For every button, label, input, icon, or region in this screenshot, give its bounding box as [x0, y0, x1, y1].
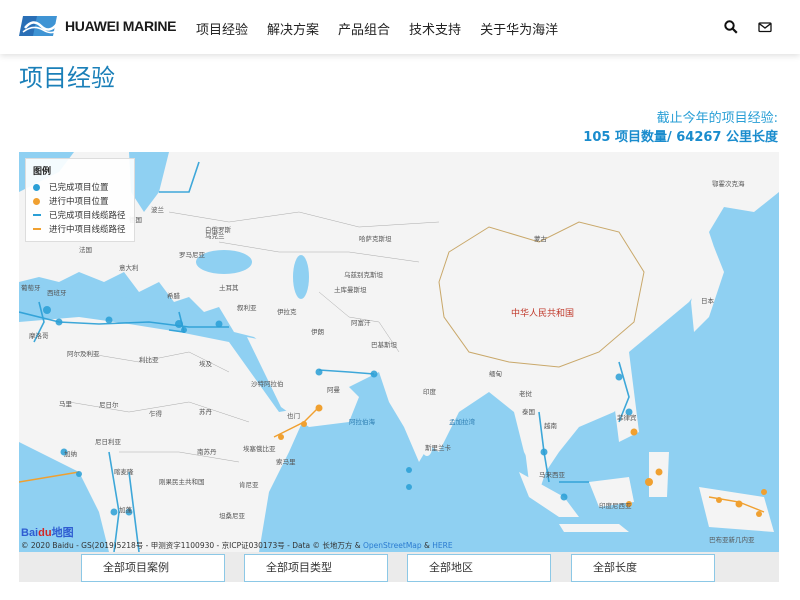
legend-label: 进行中项目位置 — [49, 197, 109, 207]
label-china: 中华人民共和国 — [511, 307, 574, 319]
label-spain: 西班牙 — [47, 288, 67, 297]
legend-ongoing-route: 进行中项目线缆路径 — [33, 222, 127, 236]
label-india: 印度 — [423, 387, 437, 396]
filter-all-regions[interactable]: 全部地区 — [407, 554, 551, 582]
label-png: 巴布亚新几内亚 — [709, 535, 755, 544]
label-afghanistan: 阿富汗 — [351, 318, 371, 327]
label-iran: 伊朗 — [311, 327, 324, 336]
header-icons — [724, 20, 772, 34]
label-oman: 阿曼 — [327, 385, 341, 394]
ongoing-line-icon — [33, 228, 41, 230]
mail-icon[interactable] — [758, 20, 772, 34]
label-nigeria: 尼日利亚 — [95, 437, 122, 446]
label-tanzania: 坦桑尼亚 — [219, 511, 246, 520]
label-saudi: 沙特阿拉伯 — [251, 379, 284, 388]
nav-projects[interactable]: 项目经验 — [196, 19, 248, 38]
label-ethiopia: 埃塞俄比亚 — [243, 444, 276, 453]
legend-label: 已完成项目线缆路径 — [49, 211, 126, 221]
label-mongolia: 蒙古 — [534, 234, 548, 243]
label-thailand: 泰国 — [522, 407, 535, 416]
label-turkey: 土耳其 — [219, 283, 239, 292]
label-pakistan: 巴基斯坦 — [371, 340, 398, 349]
label-greece: 希腊 — [167, 291, 181, 300]
label-italy: 意大利 — [119, 263, 139, 272]
label-philippines: 菲律宾 — [617, 413, 637, 422]
search-icon[interactable] — [724, 20, 738, 34]
label-yemen: 也门 — [287, 411, 300, 420]
label-egypt: 埃及 — [199, 359, 213, 368]
label-arabian-sea: 阿拉伯海 — [349, 417, 376, 426]
filter-all-lengths[interactable]: 全部长度 — [571, 554, 715, 582]
label-kenya: 肯尼亚 — [239, 480, 259, 489]
label-okhotsk: 鄂霍次克海 — [712, 179, 745, 188]
filter-all-cases[interactable]: 全部项目案例 — [81, 554, 225, 582]
legend-title: 图例 — [33, 167, 52, 177]
filter-bar: 全部项目案例 全部项目类型 全部地区 全部长度 — [19, 552, 779, 582]
map-legend: 图例 已完成项目位置 进行中项目位置 已完成项目线缆路径 进行中项目线缆路径 — [25, 158, 135, 242]
label-uzbekistan: 乌兹别克斯坦 — [344, 270, 384, 279]
label-south-sudan: 南苏丹 — [197, 447, 217, 456]
label-mali: 马里 — [59, 400, 73, 408]
osm-link[interactable]: OpenStreetMap — [363, 541, 422, 550]
completed-line-icon — [33, 214, 41, 216]
label-portugal: 葡萄牙 — [21, 283, 41, 292]
label-malaysia: 马来西亚 — [539, 471, 566, 479]
label-sudan: 苏丹 — [199, 407, 213, 416]
label-romania: 罗马尼亚 — [179, 251, 206, 259]
label-somalia: 索马里 — [276, 457, 296, 466]
legend-completed-point: 已完成项目位置 — [33, 180, 127, 194]
stats-value: 105 项目数量/ 64267 公里长度 — [583, 130, 778, 145]
legend-ongoing-point: 进行中项目位置 — [33, 194, 127, 208]
legend-label: 进行中项目线缆路径 — [49, 225, 126, 235]
label-libya: 利比亚 — [139, 355, 159, 364]
label-vietnam: 越南 — [544, 421, 558, 430]
legend-completed-route: 已完成项目线缆路径 — [33, 208, 127, 222]
logo[interactable]: HUAWEI MARINE — [19, 12, 177, 40]
nav-support[interactable]: 技术支持 — [409, 19, 461, 38]
label-drc: 刚果民主共和国 — [159, 477, 205, 486]
label-poland: 波兰 — [151, 205, 165, 214]
label-france: 法国 — [79, 245, 92, 254]
ongoing-dot-icon — [33, 197, 40, 205]
label-algeria: 阿尔及利亚 — [67, 349, 100, 358]
label-cameroon: 喀麦隆 — [114, 467, 134, 476]
label-bay-of-bengal: 孟加拉湾 — [449, 417, 476, 426]
site-header: HUAWEI MARINE 项目经验 解决方案 产品组合 技术支持 关于华为海洋 — [0, 0, 800, 54]
page-title: 项目经验 — [19, 64, 115, 92]
label-kazakhstan: 哈萨克斯坦 — [359, 234, 392, 243]
label-morocco: 摩洛哥 — [29, 331, 49, 340]
main-nav: 项目经验 解决方案 产品组合 技术支持 关于华为海洋 — [196, 19, 577, 38]
baidu-logo: Baidu地图 — [21, 527, 74, 539]
here-link[interactable]: HERE — [432, 541, 452, 550]
label-japan: 日本 — [701, 296, 715, 305]
label-turkmenistan: 土库曼斯坦 — [334, 285, 367, 294]
huawei-marine-logo-icon — [19, 16, 60, 36]
map-copyright: © 2020 Baidu - GS(2019)5218号 - 甲测资字11009… — [21, 541, 453, 550]
label-indonesia: 印度尼西亚 — [599, 501, 632, 510]
label-belarus: 白俄罗斯 — [205, 225, 232, 234]
label-ghana: 加纳 — [64, 449, 77, 458]
label-gabon: 加蓬 — [119, 505, 133, 514]
stats-label: 截止今年的项目经验: — [656, 111, 778, 126]
nav-solutions[interactable]: 解决方案 — [267, 19, 319, 38]
completed-dot-icon — [33, 183, 40, 191]
label-laos: 老挝 — [519, 389, 533, 398]
nav-about[interactable]: 关于华为海洋 — [480, 19, 558, 38]
label-syria: 叙利亚 — [237, 303, 257, 312]
legend-label: 已完成项目位置 — [49, 183, 109, 193]
label-myanmar: 缅甸 — [489, 369, 502, 378]
filter-all-types[interactable]: 全部项目类型 — [244, 554, 388, 582]
label-chad: 乍得 — [149, 409, 163, 418]
label-srilanka: 斯里兰卡 — [425, 443, 452, 452]
label-niger: 尼日尔 — [99, 400, 119, 409]
brand-name: HUAWEI MARINE — [65, 18, 177, 34]
project-map[interactable]: 鄂霍次克海 蒙古 中华人民共和国 哈萨克斯坦 土耳其 伊朗 阿富汗 巴基斯坦 印… — [19, 152, 779, 552]
nav-products[interactable]: 产品组合 — [338, 19, 390, 38]
label-iraq: 伊拉克 — [277, 307, 297, 316]
